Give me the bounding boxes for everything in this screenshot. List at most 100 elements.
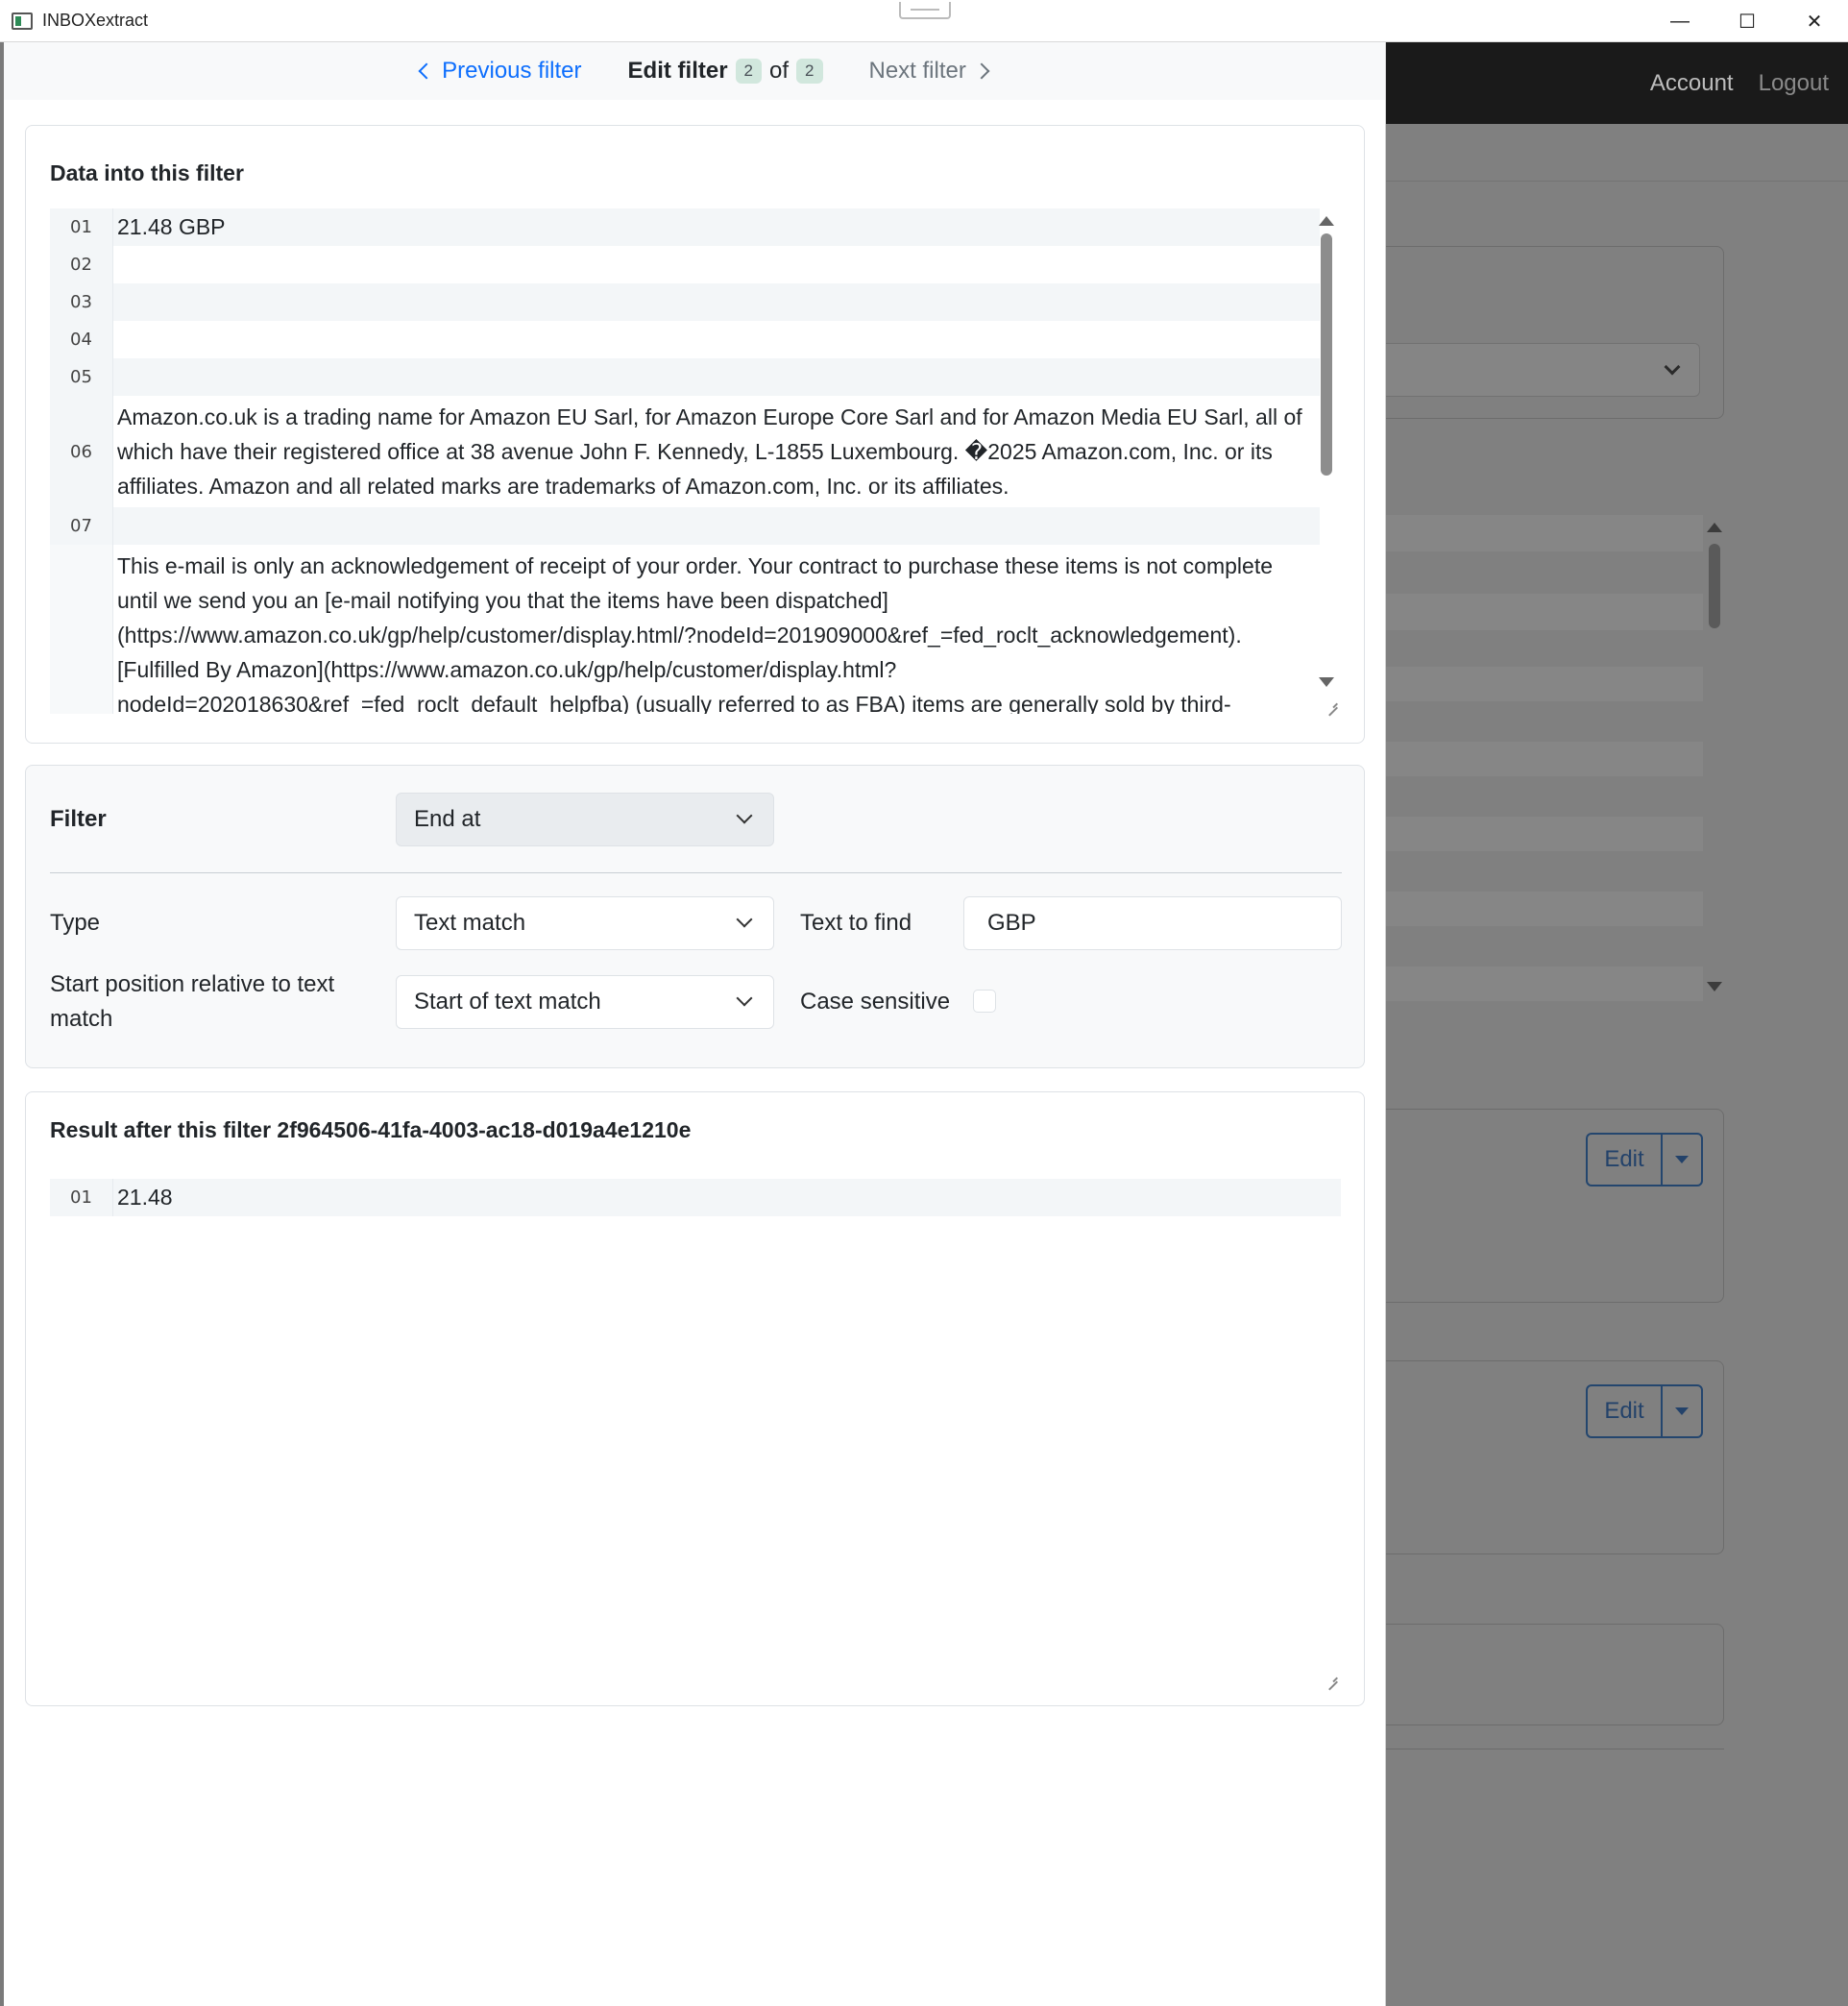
data-input-card: Data into this filter 01 21.48 GBP 02 03… <box>25 125 1365 744</box>
line-number: 01 <box>50 1179 113 1216</box>
account-link: Account <box>1649 69 1734 96</box>
code-line: 07 <box>50 507 1320 545</box>
total-filters-badge: 2 <box>796 59 823 84</box>
scrollbar-thumb[interactable] <box>1321 233 1332 476</box>
resize-grip-icon[interactable] <box>1325 1669 1340 1684</box>
result-title: Result after this filter 2f964506-41fa-4… <box>50 1117 692 1142</box>
case-sensitive-checkbox[interactable] <box>973 990 996 1013</box>
chevron-down-icon <box>736 807 753 824</box>
type-select[interactable]: Text match <box>396 896 774 950</box>
background-scrollbar <box>1709 544 1720 628</box>
background-page: Account Logout Edit Edit <box>1386 42 1848 2006</box>
background-row <box>1386 667 1703 701</box>
line-number: 03 <box>50 283 113 321</box>
type-label: Type <box>50 910 101 936</box>
type-select-value: Text match <box>414 910 526 936</box>
app-icon <box>12 12 33 30</box>
code-line: 02 <box>50 246 1320 283</box>
next-filter-link[interactable]: Next filter <box>868 58 990 85</box>
code-line: 04 <box>50 321 1320 358</box>
chevron-down-icon <box>736 990 753 1007</box>
edit-filter-panel: Previous filter Edit filter 2 of 2 Next … <box>4 42 1386 2006</box>
form-divider <box>50 872 1342 873</box>
chevron-down-icon <box>1664 358 1681 376</box>
caret-down-icon <box>1663 1386 1701 1436</box>
code-line: 03 <box>50 283 1320 321</box>
line-number: 04 <box>50 321 113 358</box>
filter-navigation: Previous filter Edit filter 2 of 2 Next … <box>4 42 1385 100</box>
previous-filter-link[interactable]: Previous filter <box>418 58 582 85</box>
window-titlebar: INBOXextract — ☐ ✕ <box>0 0 1848 42</box>
case-sensitive-label: Case sensitive <box>800 989 951 1015</box>
line-text: 21.48 GBP <box>113 208 1320 246</box>
background-card: Edit <box>1386 1360 1724 1554</box>
minimize-icon[interactable]: — <box>1646 0 1714 42</box>
line-text: 21.48 <box>113 1179 1341 1216</box>
text-to-find-input[interactable]: GBP <box>963 896 1342 950</box>
caret-down-icon <box>1663 1135 1701 1185</box>
background-row <box>1386 892 1703 926</box>
line-text: Amazon.co.uk is a trading name for Amazo… <box>117 404 1302 499</box>
edit-filter-title: Edit filter 2 of 2 <box>628 58 823 85</box>
filter-label: Filter <box>50 806 107 832</box>
logout-link: Logout <box>1758 69 1829 96</box>
previous-filter-label: Previous filter <box>442 58 582 84</box>
background-card <box>1386 246 1724 419</box>
background-edit-button: Edit <box>1588 1386 1663 1436</box>
scroll-up-icon[interactable] <box>1319 216 1334 226</box>
current-filter-badge: 2 <box>735 59 763 84</box>
background-edit-group: Edit <box>1586 1384 1703 1438</box>
code-line: 06 Amazon.co.uk is a trading name for Am… <box>50 396 1320 507</box>
line-text <box>113 507 1320 545</box>
scroll-down-icon <box>1707 982 1722 991</box>
code-line: This e-mail is only an acknowledgement o… <box>50 545 1320 714</box>
line-number: 05 <box>50 358 113 396</box>
start-position-select[interactable]: Start of text match <box>396 975 774 1029</box>
scroll-up-icon <box>1707 523 1722 532</box>
resize-grip-icon[interactable] <box>1325 695 1340 710</box>
code-line: 01 21.48 <box>50 1179 1341 1216</box>
background-subbar <box>1386 124 1848 182</box>
line-text <box>113 358 1320 396</box>
window-controls: — ☐ ✕ <box>1646 0 1848 42</box>
maximize-icon[interactable]: ☐ <box>1714 0 1781 42</box>
text-to-find-label: Text to find <box>800 910 912 936</box>
window-title: INBOXextract <box>42 11 149 30</box>
background-edit-button: Edit <box>1588 1135 1663 1185</box>
start-position-value: Start of text match <box>414 989 601 1015</box>
scroll-down-icon[interactable] <box>1319 677 1334 687</box>
background-row <box>1386 817 1703 851</box>
line-number: 06 <box>50 396 113 507</box>
line-number: 07 <box>50 507 113 545</box>
line-number: 01 <box>50 208 113 246</box>
code-line: 05 <box>50 358 1320 396</box>
edit-filter-label: Edit filter <box>627 58 728 84</box>
result-card: Result after this filter 2f964506-41fa-4… <box>25 1091 1365 1706</box>
data-input-title: Data into this filter <box>50 160 244 185</box>
text-to-find-value: GBP <box>987 910 1036 936</box>
line-text <box>113 246 1320 283</box>
drag-handle-icon[interactable] <box>899 2 951 19</box>
background-card <box>1386 1624 1724 1725</box>
filter-settings-card: Filter End at Type Text match Text to fi… <box>25 765 1365 1068</box>
result-viewer[interactable]: 01 21.48 <box>50 1179 1341 1659</box>
background-card: Edit <box>1386 1109 1724 1303</box>
chevron-left-icon <box>418 62 435 80</box>
chevron-down-icon <box>736 911 753 928</box>
filter-select-value: End at <box>414 806 481 832</box>
next-filter-label: Next filter <box>868 58 966 84</box>
close-icon[interactable]: ✕ <box>1781 0 1848 42</box>
background-row <box>1386 966 1703 1001</box>
filter-select[interactable]: End at <box>396 793 774 846</box>
of-label: of <box>769 58 790 84</box>
line-text <box>113 283 1320 321</box>
background-navbar: Account Logout <box>1386 42 1848 124</box>
start-position-label: Start position relative to text match <box>50 971 335 1032</box>
line-text <box>113 321 1320 358</box>
data-input-scrollbar[interactable] <box>1317 208 1336 714</box>
background-select <box>1386 343 1700 397</box>
background-row <box>1386 742 1703 776</box>
data-input-viewer[interactable]: 01 21.48 GBP 02 03 04 05 06 Amazon.co.uk… <box>50 208 1320 714</box>
line-number: 02 <box>50 246 113 283</box>
background-edit-group: Edit <box>1586 1133 1703 1186</box>
